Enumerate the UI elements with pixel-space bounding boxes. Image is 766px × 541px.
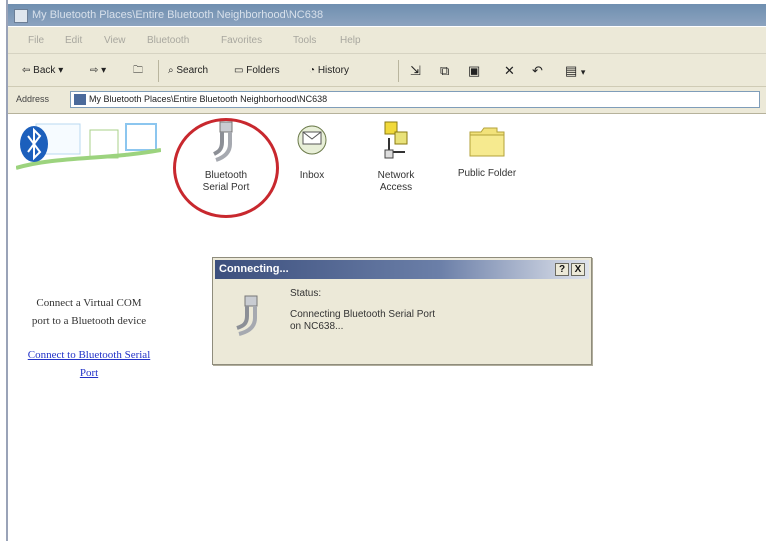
task-description: Connect a Virtual COM port to a Bluetoot… [31,297,147,327]
toolbar-separator [398,60,399,82]
up-folder-icon: 🗀 [133,65,143,76]
menu-tools[interactable]: Tools [293,35,316,46]
inbox-icon [297,125,327,155]
item-label-line1: Public Folder [457,168,517,179]
back-label: Back [33,65,56,76]
undo-icon: ↶ [532,63,543,78]
forward-arrow-icon: ⇨ [90,65,99,76]
chevron-down-icon: ▾ [101,65,107,76]
dialog-title: Connecting... [219,263,289,275]
views-icon: ▤ [565,63,578,78]
history-icon: ◔ [309,65,316,76]
search-label: Search [176,65,209,76]
status-message: Connecting Bluetooth Serial Port on NC63… [290,309,436,332]
window-icon [14,9,28,23]
menu-favorites[interactable]: Favorites [221,35,262,46]
folders-icon: ▭ [234,65,244,76]
bluetooth-serial-port-item[interactable]: Bluetooth Serial Port [193,120,259,194]
back-button[interactable]: ⇦ Back ▾ [22,63,63,79]
search-button[interactable]: ⌕ Search [168,63,208,79]
menu-view[interactable]: View [104,35,126,46]
paste-button[interactable]: ▣ [468,63,480,79]
window-title: My Bluetooth Places\Entire Bluetooth Nei… [32,9,324,21]
folders-button[interactable]: ▭ Folders [234,63,280,79]
undo-button[interactable]: ↶ [532,63,543,79]
copy-to-button[interactable]: ⧉ [440,63,449,79]
serial-port-icon [213,121,233,162]
menu-file[interactable]: File [28,35,44,46]
chevron-down-icon: ▾ [58,65,64,76]
history-label: History [317,65,349,76]
search-icon: ⌕ [168,65,174,76]
status-label: Status: [290,288,322,299]
address-bar: Address My Bluetooth Places\Entire Bluet… [8,87,766,114]
folders-label: Folders [246,65,280,76]
address-label: Address [16,94,50,104]
paste-icon: ▣ [468,63,481,78]
toolbar-separator [158,60,159,82]
copy-icon: ⧉ [440,63,450,78]
folder-icon [469,127,505,157]
serial-port-icon [236,295,258,336]
network-access-icon [384,121,408,159]
toolbar: ⇦ Back ▾ ⇨ ▾ 🗀 ⌕ Search ▭ Folders ◔ Hist… [8,54,766,87]
back-arrow-icon: ⇦ [22,65,31,76]
delete-button[interactable]: ✕ [504,63,515,79]
chevron-down-icon: ▾ [580,67,586,77]
item-label-line1: Network [377,170,415,181]
inbox-item[interactable]: Inbox [290,122,334,182]
bluetooth-banner-icon [16,123,161,170]
task-pane: Connect a Virtual COM port to a Bluetoot… [10,294,168,382]
menu-bluetooth[interactable]: Bluetooth [147,35,189,46]
item-label-line1: Bluetooth [204,170,248,181]
move-to-icon: ⇲ [410,63,421,78]
move-to-button[interactable]: ⇲ [410,63,421,79]
network-access-item[interactable]: Network Access [368,120,424,194]
help-button[interactable]: ? [555,263,569,276]
menu-help[interactable]: Help [340,35,361,46]
up-folder-button[interactable]: 🗀 [133,63,143,79]
address-path: My Bluetooth Places\Entire Bluetooth Nei… [89,94,328,104]
computer-icon [74,94,86,105]
item-label-line2: Access [379,182,413,193]
title-bar[interactable]: My Bluetooth Places\Entire Bluetooth Nei… [8,4,766,26]
connect-serial-port-link[interactable]: Connect to Bluetooth Serial Port [28,349,151,379]
history-button[interactable]: ◔ History [309,63,349,79]
dialog-title-bar[interactable]: Connecting... ? X [215,260,589,279]
address-input[interactable]: My Bluetooth Places\Entire Bluetooth Nei… [70,91,760,108]
menu-bar: File Edit View Bluetooth Favorites Tools… [8,27,766,54]
menu-edit[interactable]: Edit [65,35,82,46]
public-folder-item[interactable]: Public Folder [445,124,529,180]
delete-icon: ✕ [504,63,515,78]
connecting-dialog: Connecting... ? X Status: Connecting Blu… [212,257,592,365]
item-label-line1: Inbox [299,170,325,181]
close-button[interactable]: X [571,263,585,276]
views-button[interactable]: ▤ ▾ [565,63,585,79]
forward-button[interactable]: ⇨ ▾ [90,63,106,79]
item-label-line2: Serial Port [202,182,250,193]
